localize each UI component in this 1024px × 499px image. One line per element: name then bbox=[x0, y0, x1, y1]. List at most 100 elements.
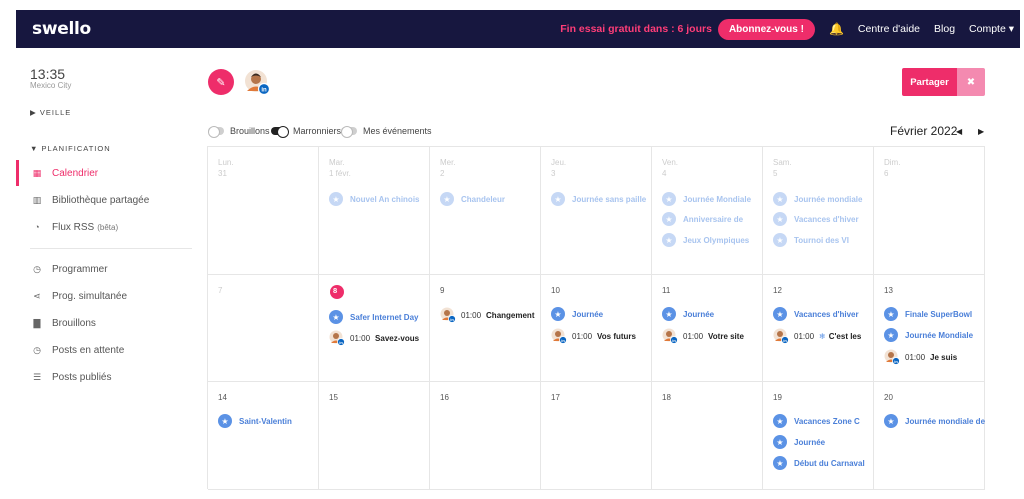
current-month: Février 2022 bbox=[890, 124, 958, 138]
share-button[interactable]: Partager bbox=[902, 68, 957, 96]
post-title: C'est les bbox=[828, 331, 862, 341]
blog-link[interactable]: Blog bbox=[934, 23, 955, 35]
subscribe-button[interactable]: Abonnez-vous ! bbox=[717, 18, 815, 40]
toggle-switch[interactable] bbox=[208, 126, 224, 138]
day-cell[interactable]: Mer. 2 ★ Chandeleur bbox=[430, 147, 541, 275]
day-cell[interactable]: 15 bbox=[319, 382, 430, 490]
weekday-label: Jeu. bbox=[551, 158, 567, 167]
calendar-event[interactable]: ★ Journée mondiale de bbox=[884, 414, 985, 428]
calendar-event[interactable]: ★ Vacances d'hiver bbox=[773, 212, 859, 226]
calendar-event[interactable]: ★ Safer Internet Day bbox=[329, 310, 418, 324]
calendar-event[interactable]: ★ Tournoi des VI bbox=[773, 233, 849, 247]
calendar-event[interactable]: ★ Journée bbox=[773, 435, 825, 449]
swello-logo[interactable]: swello bbox=[32, 19, 91, 39]
day-cell[interactable]: Dim. 6 bbox=[874, 147, 985, 275]
sidebar-item-pending[interactable]: ◷ Posts en attente bbox=[16, 340, 199, 360]
sidebar-item-drafts[interactable]: ▇ Brouillons bbox=[16, 313, 199, 333]
clock-icon: ◷ bbox=[33, 263, 41, 274]
event-title: Nouvel An chinois bbox=[350, 194, 420, 204]
weekday-label: Dim. bbox=[884, 158, 901, 167]
calendar-event[interactable]: ★ Jeux Olympiques bbox=[662, 233, 749, 247]
calendar-event[interactable]: ★ Saint-Valentin bbox=[218, 414, 292, 428]
day-cell[interactable]: 16 bbox=[430, 382, 541, 490]
sidebar-item-library[interactable]: ▥ Bibliothèque partagée bbox=[16, 190, 199, 210]
sidebar-item-schedule[interactable]: ◷ Programmer bbox=[16, 259, 199, 279]
event-title: Vacances Zone C bbox=[794, 416, 860, 426]
toggle-label: Brouillons bbox=[230, 126, 270, 136]
event-title: Safer Internet Day bbox=[350, 312, 419, 322]
linkedin-avatar: in bbox=[884, 349, 900, 365]
linkedin-account-avatar[interactable]: in bbox=[244, 69, 270, 95]
post-time: 01:00 bbox=[794, 331, 815, 341]
calendar-event[interactable]: ★ Vacances Zone C bbox=[773, 414, 860, 428]
calendar-event[interactable]: ★ Anniversaire de bbox=[662, 212, 743, 226]
toggle-my-events[interactable]: Mes événements bbox=[341, 126, 432, 138]
calendar-event[interactable]: ★ Nouvel An chinois bbox=[329, 192, 420, 206]
toggle-marronniers[interactable]: Marronniers bbox=[271, 126, 341, 138]
star-icon: ★ bbox=[884, 414, 898, 428]
drafts-icon: ▇ bbox=[33, 317, 41, 328]
prev-month-icon[interactable]: ◀ bbox=[956, 127, 962, 136]
calendar-event[interactable]: ★ Journée bbox=[551, 307, 603, 321]
scheduled-post[interactable]: in 01:00 Je suis bbox=[884, 349, 957, 365]
scheduled-post[interactable]: in 01:00 Votre site bbox=[662, 328, 744, 344]
day-cell[interactable]: 7 bbox=[208, 275, 319, 382]
day-cell[interactable]: 19 ★ Vacances Zone C ★ Journée ★ Début du C… bbox=[763, 382, 874, 490]
calendar-event[interactable]: ★ Chandeleur bbox=[440, 192, 505, 206]
section-veille[interactable]: ▶ VEILLE bbox=[30, 108, 71, 117]
day-cell[interactable]: 13 ★ Finale SuperBowl ★ Journée Mondiale i… bbox=[874, 275, 985, 382]
sidebar-item-simultaneous[interactable]: ⋖ Prog. simultanée bbox=[16, 286, 199, 306]
day-cell[interactable]: 11 ★ Journée in 01:00 Votre site bbox=[652, 275, 763, 382]
edit-button[interactable]: ✎ bbox=[208, 69, 234, 95]
calendar-event[interactable]: ★ Journée mondiale bbox=[773, 192, 862, 206]
scheduled-post[interactable]: in 01:00 Vos futurs bbox=[551, 328, 636, 344]
linkedin-avatar: in bbox=[440, 307, 456, 323]
day-cell[interactable]: 12 ★ Vacances d'hiver in 01:00 ❄ C'est les bbox=[763, 275, 874, 382]
day-cell[interactable]: 9 in 01:00 Changement bbox=[430, 275, 541, 382]
calendar-event[interactable]: ★ Vacances d'hiver bbox=[773, 307, 859, 321]
day-cell[interactable]: Mar. 1 févr. ★ Nouvel An chinois bbox=[319, 147, 430, 275]
day-cell[interactable]: 14 ★ Saint-Valentin bbox=[208, 382, 319, 490]
day-cell[interactable]: 20 ★ Journée mondiale de bbox=[874, 382, 985, 490]
calendar-event[interactable]: ★ Journée Mondiale bbox=[884, 328, 973, 342]
calendar-event[interactable]: ★ Finale SuperBowl bbox=[884, 307, 972, 321]
scheduled-post[interactable]: in 01:00 Savez-vous bbox=[329, 330, 419, 346]
day-cell[interactable]: Jeu. 3 ★ Journée sans paille bbox=[541, 147, 652, 275]
day-number: 16 bbox=[440, 393, 449, 402]
calendar-event[interactable]: ★ Journée bbox=[662, 307, 714, 321]
today-number: 8 bbox=[333, 286, 338, 295]
toggle-switch[interactable] bbox=[341, 126, 357, 138]
star-icon: ★ bbox=[551, 192, 565, 206]
star-icon: ★ bbox=[662, 307, 676, 321]
star-icon: ★ bbox=[218, 414, 232, 428]
day-cell[interactable]: 18 bbox=[652, 382, 763, 490]
sidebar-item-rss[interactable]: ◔ Flux RSS (bêta) bbox=[16, 217, 199, 237]
calendar-event[interactable]: ★ Début du Carnaval bbox=[773, 456, 865, 470]
sidebar-item-label: Posts publiés bbox=[52, 371, 112, 383]
sidebar-item-published[interactable]: ☰ Posts publiés bbox=[16, 367, 199, 387]
day-cell[interactable]: 17 bbox=[541, 382, 652, 490]
calendar-event[interactable]: ★ Journée sans paille bbox=[551, 192, 646, 206]
section-planification[interactable]: ▼ PLANIFICATION bbox=[30, 144, 111, 153]
help-center-link[interactable]: Centre d'aide bbox=[858, 23, 920, 35]
account-menu[interactable]: Compte ▾ bbox=[969, 23, 1014, 35]
toggle-drafts[interactable]: Brouillons bbox=[208, 126, 270, 138]
day-number: 12 bbox=[773, 286, 782, 295]
event-title: Journée Mondiale bbox=[905, 330, 974, 340]
next-month-icon[interactable]: ▶ bbox=[978, 127, 984, 136]
day-cell[interactable]: Ven. 4 ★ Journée Mondiale ★ Anniversaire d… bbox=[652, 147, 763, 275]
day-cell[interactable]: Lun. 31 bbox=[208, 147, 319, 275]
close-button[interactable]: ✖ bbox=[957, 68, 985, 96]
star-icon: ★ bbox=[884, 328, 898, 342]
toggle-switch[interactable] bbox=[271, 126, 289, 138]
scheduled-post[interactable]: in 01:00 ❄ C'est les bbox=[773, 328, 861, 344]
scheduled-post[interactable]: in 01:00 Changement bbox=[440, 307, 534, 323]
calendar-event[interactable]: ★ Journée Mondiale bbox=[662, 192, 751, 206]
toggle-label: Mes événements bbox=[363, 126, 432, 136]
day-cell[interactable]: 10 ★ Journée in 01:00 Vos futurs bbox=[541, 275, 652, 382]
day-cell[interactable]: Sam. 5 ★ Journée mondiale ★ Vacances d'hiv… bbox=[763, 147, 874, 275]
bell-icon[interactable]: 🔔 bbox=[829, 22, 844, 36]
sidebar-item-calendar[interactable]: ▦ Calendrier bbox=[16, 160, 199, 186]
day-cell[interactable]: 8 ★ Safer Internet Day in 01:00 Savez-vous bbox=[319, 275, 430, 382]
day-number: 10 bbox=[551, 286, 560, 295]
